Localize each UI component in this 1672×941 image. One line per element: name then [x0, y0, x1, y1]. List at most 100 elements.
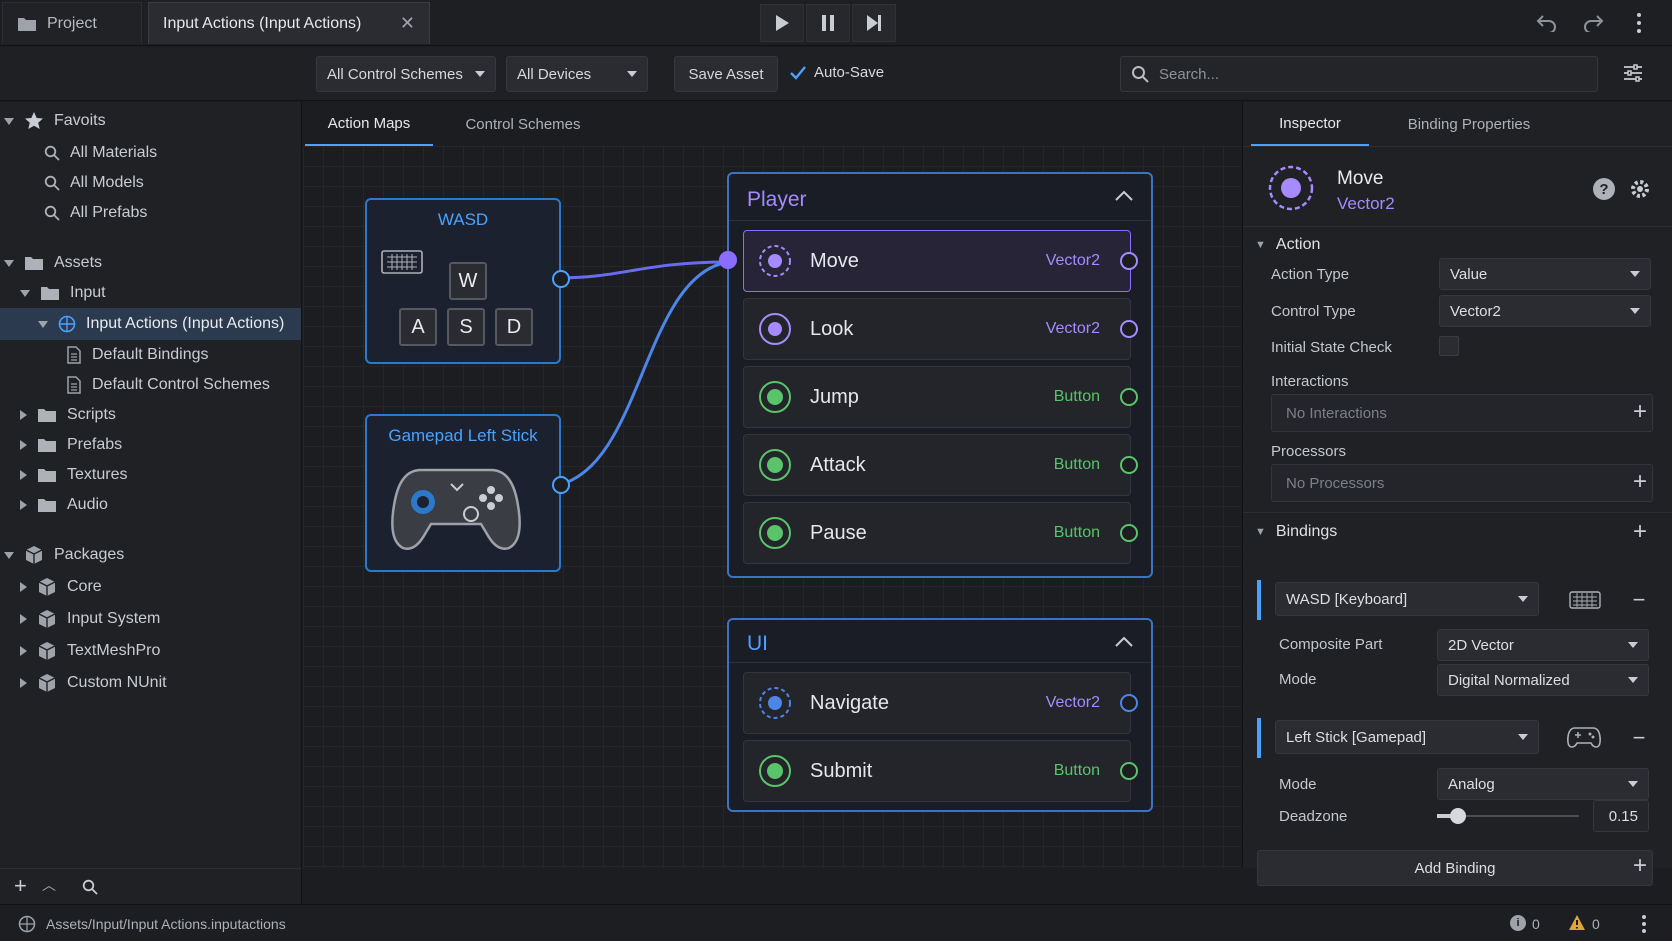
action-row-jump[interactable]: Jump Button: [743, 366, 1138, 428]
tree-custom-nunit[interactable]: Custom NUnit: [20, 668, 167, 698]
tree-default-bindings[interactable]: Default Bindings: [66, 340, 209, 370]
tree-core[interactable]: Core: [20, 572, 102, 602]
more-menu-icon[interactable]: [1636, 12, 1642, 34]
action-row-attack[interactable]: Attack Button: [743, 434, 1138, 496]
expand-arrow-icon[interactable]: [4, 117, 14, 125]
mode-dropdown[interactable]: Digital Normalized: [1437, 664, 1649, 696]
expand-arrow-icon[interactable]: [20, 500, 27, 510]
wasd-output-port[interactable]: [552, 270, 570, 288]
graph-canvas[interactable]: WASD W A S D Gamepad Left Stick Player M…: [303, 146, 1241, 868]
binding-gamepad-dropdown[interactable]: Left Stick [Gamepad]: [1275, 720, 1539, 754]
tree-input-system[interactable]: Input System: [20, 604, 160, 634]
tree-scripts[interactable]: Scripts: [20, 400, 116, 430]
tree-all-materials[interactable]: All Materials: [44, 138, 157, 168]
expand-arrow-icon[interactable]: [20, 289, 30, 297]
gamepad-output-port[interactable]: [552, 476, 570, 494]
add-interaction-icon[interactable]: +: [1633, 400, 1647, 424]
expand-arrow-icon[interactable]: [20, 582, 27, 592]
gamepad-binding-node[interactable]: Gamepad Left Stick: [365, 414, 570, 572]
tree-all-models[interactable]: All Models: [44, 168, 144, 198]
tab-binding-properties[interactable]: Binding Properties: [1379, 102, 1559, 146]
deadzone-value-input[interactable]: 0.15: [1593, 800, 1649, 832]
action-row-move[interactable]: Move Vector2: [743, 230, 1138, 292]
filter-settings-icon[interactable]: [1622, 62, 1644, 84]
undo-icon[interactable]: [1536, 12, 1558, 32]
section-bindings-header[interactable]: ▼ Bindings: [1255, 516, 1337, 548]
add-binding-button[interactable]: Add Binding: [1257, 850, 1653, 886]
search-icon[interactable]: [82, 879, 98, 895]
tab-project[interactable]: Project: [2, 2, 142, 44]
expand-arrow-icon[interactable]: [4, 551, 14, 559]
expand-arrow-icon[interactable]: [20, 440, 27, 450]
add-processor-icon[interactable]: +: [1633, 470, 1647, 494]
tree-textmeshpro[interactable]: TextMeshPro: [20, 636, 160, 666]
add-icon[interactable]: +: [14, 873, 27, 899]
add-icon[interactable]: +: [1633, 854, 1647, 878]
gear-icon[interactable]: [1629, 178, 1651, 200]
action-row-pause[interactable]: Pause Button: [743, 502, 1138, 564]
action-output-port[interactable]: [1120, 456, 1138, 474]
action-type-dropdown[interactable]: Value: [1439, 258, 1651, 290]
tree-favorites[interactable]: Favoits: [2, 106, 300, 136]
add-binding-icon[interactable]: +: [1633, 520, 1647, 544]
expand-arrow-icon[interactable]: [20, 410, 27, 420]
tab-input-actions[interactable]: Input Actions (Input Actions) ✕: [148, 2, 430, 44]
control-schemes-dropdown[interactable]: All Control Schemes: [316, 56, 496, 92]
expand-arrow-icon[interactable]: [4, 259, 14, 267]
search-icon: [1132, 66, 1149, 83]
search-input[interactable]: Search...: [1120, 56, 1598, 92]
pause-button[interactable]: [806, 4, 850, 42]
remove-binding-button[interactable]: −: [1623, 722, 1655, 754]
binding-wasd-dropdown[interactable]: WASD [Keyboard]: [1275, 582, 1539, 616]
mode-dropdown[interactable]: Analog: [1437, 768, 1649, 800]
tree-packages[interactable]: Packages: [4, 540, 124, 570]
player-input-port[interactable]: [719, 251, 737, 269]
tree-prefabs[interactable]: Prefabs: [20, 430, 122, 460]
composite-part-dropdown[interactable]: 2D Vector: [1437, 629, 1649, 661]
devices-dropdown[interactable]: All Devices: [506, 56, 648, 92]
save-asset-button[interactable]: Save Asset: [674, 56, 778, 92]
section-action-header[interactable]: ▼ Action: [1255, 230, 1320, 260]
more-menu-icon[interactable]: [1641, 914, 1647, 934]
step-button[interactable]: [852, 4, 896, 42]
action-output-port[interactable]: [1120, 252, 1138, 270]
tab-control-schemes[interactable]: Control Schemes: [443, 102, 603, 146]
tree-audio[interactable]: Audio: [20, 490, 108, 520]
initial-state-checkbox[interactable]: [1439, 336, 1459, 356]
tree-textures[interactable]: Textures: [20, 460, 127, 490]
expand-arrow-icon[interactable]: [38, 320, 48, 328]
close-icon[interactable]: ✕: [400, 13, 415, 34]
expand-arrow-icon[interactable]: [20, 646, 27, 656]
action-output-port[interactable]: [1120, 524, 1138, 542]
chevron-up-icon[interactable]: ︿: [42, 875, 56, 895]
action-output-port[interactable]: [1120, 762, 1138, 780]
action-row-look[interactable]: Look Vector2: [743, 298, 1138, 360]
action-output-port[interactable]: [1120, 694, 1138, 712]
control-type-dropdown[interactable]: Vector2: [1439, 295, 1651, 327]
action-output-port[interactable]: [1120, 388, 1138, 406]
action-row-submit[interactable]: Submit Button: [743, 740, 1138, 802]
expand-arrow-icon[interactable]: [20, 614, 27, 624]
action-map-ui[interactable]: UI Navigate Vector2 Submit Button: [727, 618, 1153, 812]
play-button[interactable]: [760, 4, 804, 42]
deadzone-slider-thumb[interactable]: [1450, 808, 1467, 824]
expand-arrow-icon[interactable]: [20, 678, 27, 688]
remove-binding-button[interactable]: −: [1623, 584, 1655, 616]
help-icon[interactable]: ?: [1593, 178, 1615, 200]
auto-save-toggle[interactable]: Auto-Save: [790, 64, 884, 81]
tab-action-maps[interactable]: Action Maps: [305, 102, 433, 146]
tree-all-prefabs[interactable]: All Prefabs: [44, 198, 147, 228]
chevron-up-icon[interactable]: [1115, 190, 1133, 202]
wasd-binding-node[interactable]: WASD W A S D: [365, 198, 570, 364]
tree-input-folder[interactable]: Input: [20, 278, 106, 308]
tree-assets[interactable]: Assets: [4, 248, 102, 278]
tree-input-actions[interactable]: Input Actions (Input Actions): [0, 308, 301, 340]
redo-icon[interactable]: [1582, 12, 1604, 32]
action-row-navigate[interactable]: Navigate Vector2: [743, 672, 1138, 734]
action-map-player[interactable]: Player Move Vector2 Look Vector2 Jump Bu…: [719, 172, 1153, 578]
tab-inspector[interactable]: Inspector: [1251, 102, 1369, 146]
action-output-port[interactable]: [1120, 320, 1138, 338]
expand-arrow-icon[interactable]: [20, 470, 27, 480]
tree-default-control-schemes[interactable]: Default Control Schemes: [66, 370, 270, 400]
chevron-up-icon[interactable]: [1115, 636, 1133, 648]
